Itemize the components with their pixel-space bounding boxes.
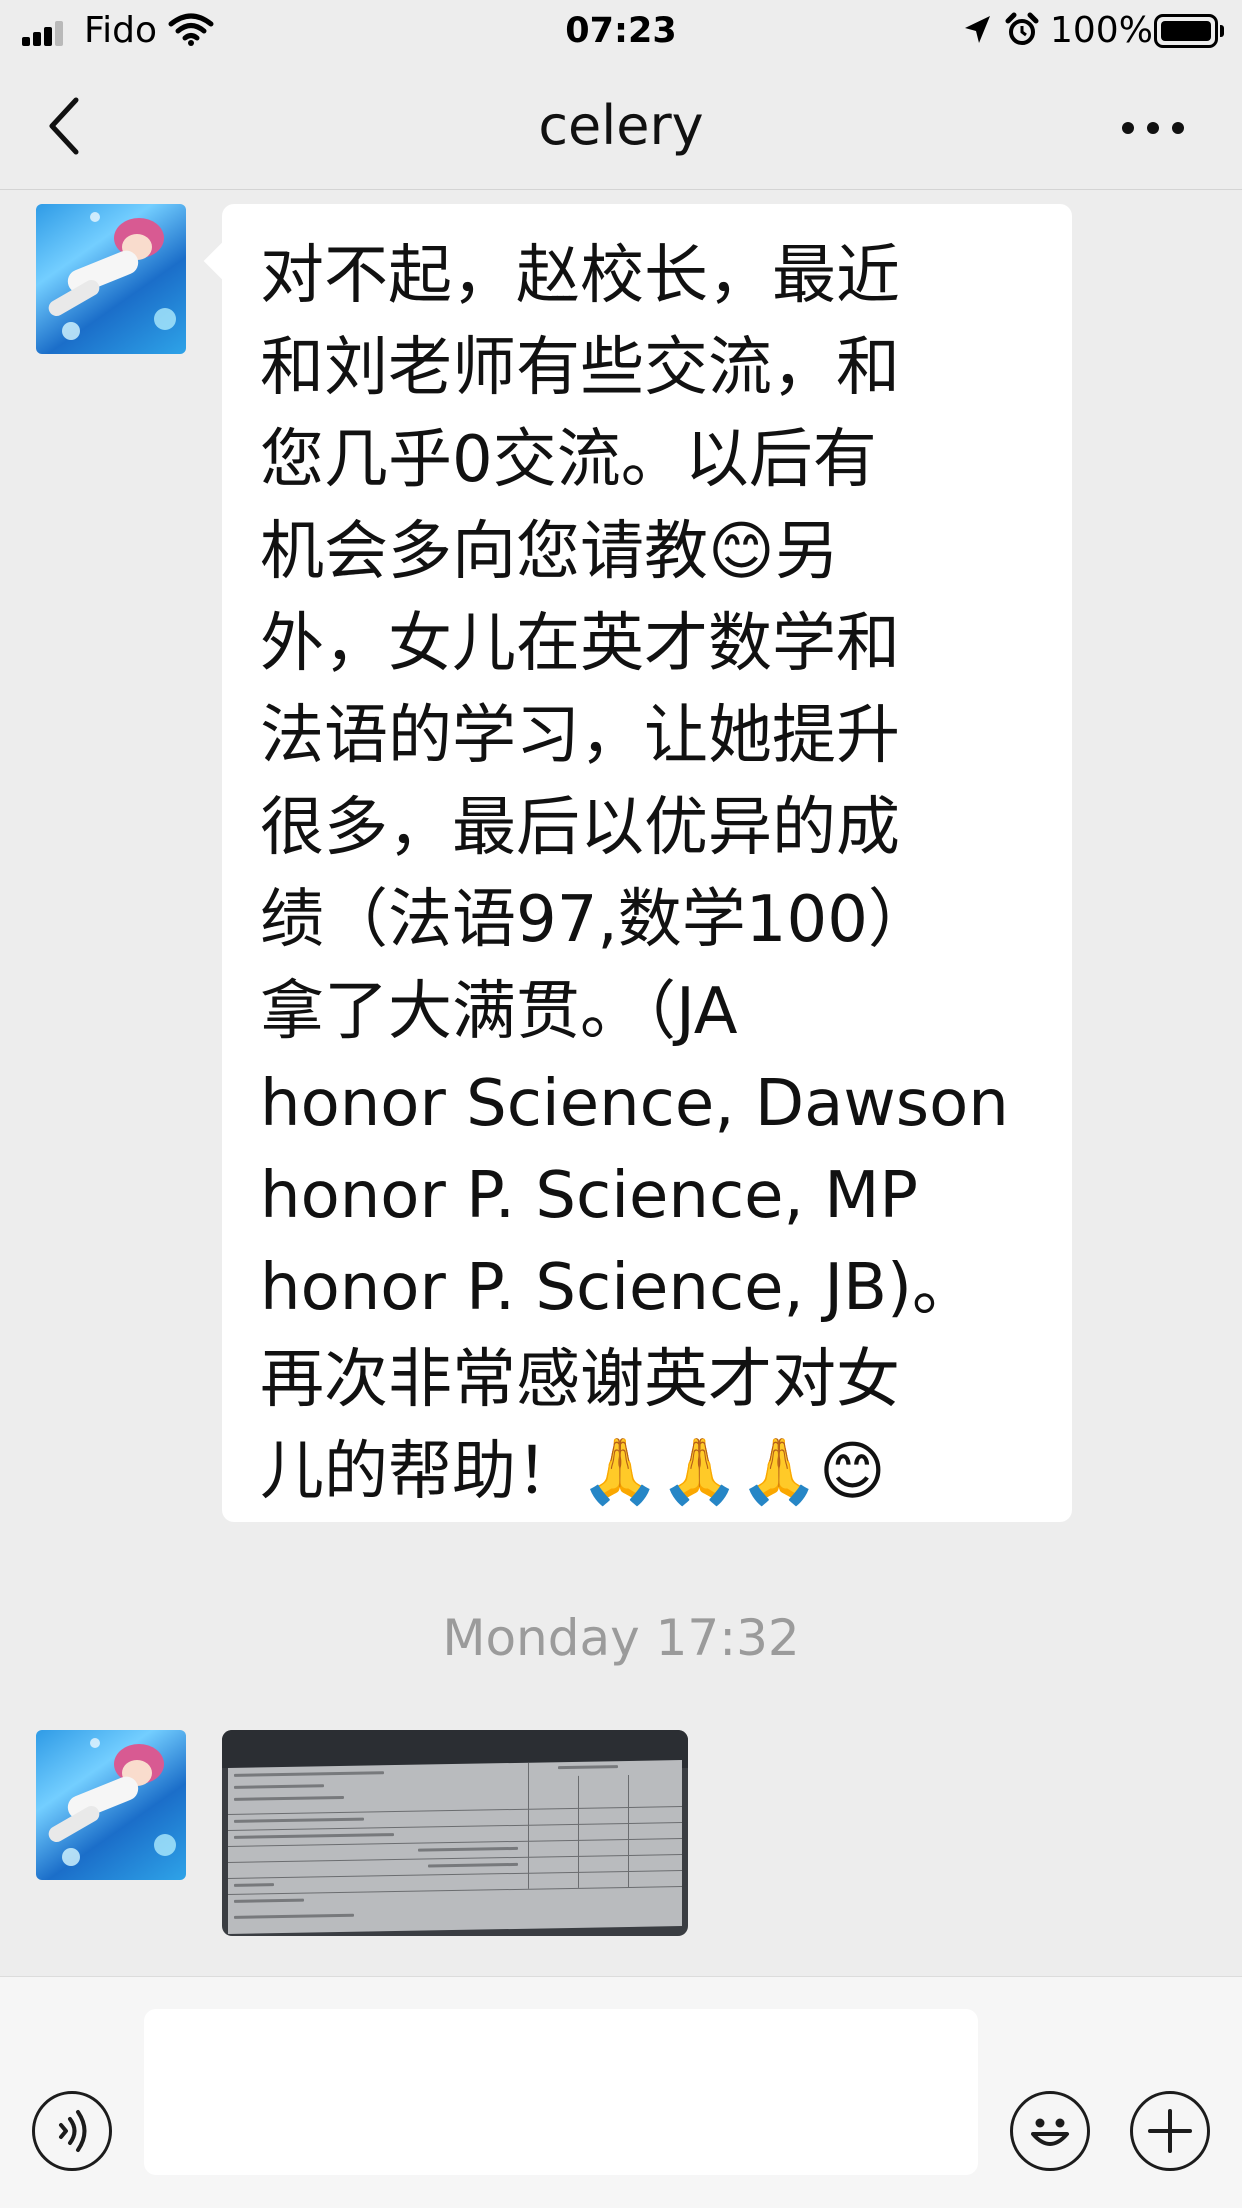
avatar[interactable] (36, 1730, 186, 1880)
emoji-button[interactable] (1010, 2091, 1090, 2171)
message-timestamp: Monday 17:32 (442, 1609, 800, 1667)
emoji-icon (1031, 2118, 1069, 2146)
location-icon (965, 16, 990, 43)
chat-screen: Fido 07:23 100% celery 对不起，赵校长，最近 和刘老师有些… (0, 0, 1242, 2208)
plus-button[interactable] (1130, 2091, 1210, 2171)
chat-title: celery (538, 94, 704, 157)
plus-icon (1148, 2109, 1192, 2153)
battery-icon (1154, 14, 1224, 48)
voice-icon (59, 2110, 87, 2152)
more-button[interactable] (1110, 102, 1196, 152)
status-bar: Fido 07:23 100% (0, 0, 1242, 62)
photo-message[interactable] (222, 1730, 688, 1936)
message-input[interactable] (144, 2009, 978, 2175)
avatar[interactable] (36, 204, 186, 354)
battery-percent: 100% (1050, 10, 1153, 51)
alarm-icon (1005, 12, 1039, 45)
more-dots-icon (1122, 122, 1134, 134)
message-text: 对不起，赵校长，最近 和刘老师有些交流，和 您几乎0交流。以后有 机会多向您请教… (260, 239, 1009, 1509)
photo-thumbnail (228, 1760, 682, 1934)
input-bar (0, 1976, 1242, 2208)
chat-header: celery (0, 62, 1242, 190)
voice-button[interactable] (32, 2091, 112, 2171)
message-bubble[interactable]: 对不起，赵校长，最近 和刘老师有些交流，和 您几乎0交流。以后有 机会多向您请教… (222, 204, 1072, 1522)
